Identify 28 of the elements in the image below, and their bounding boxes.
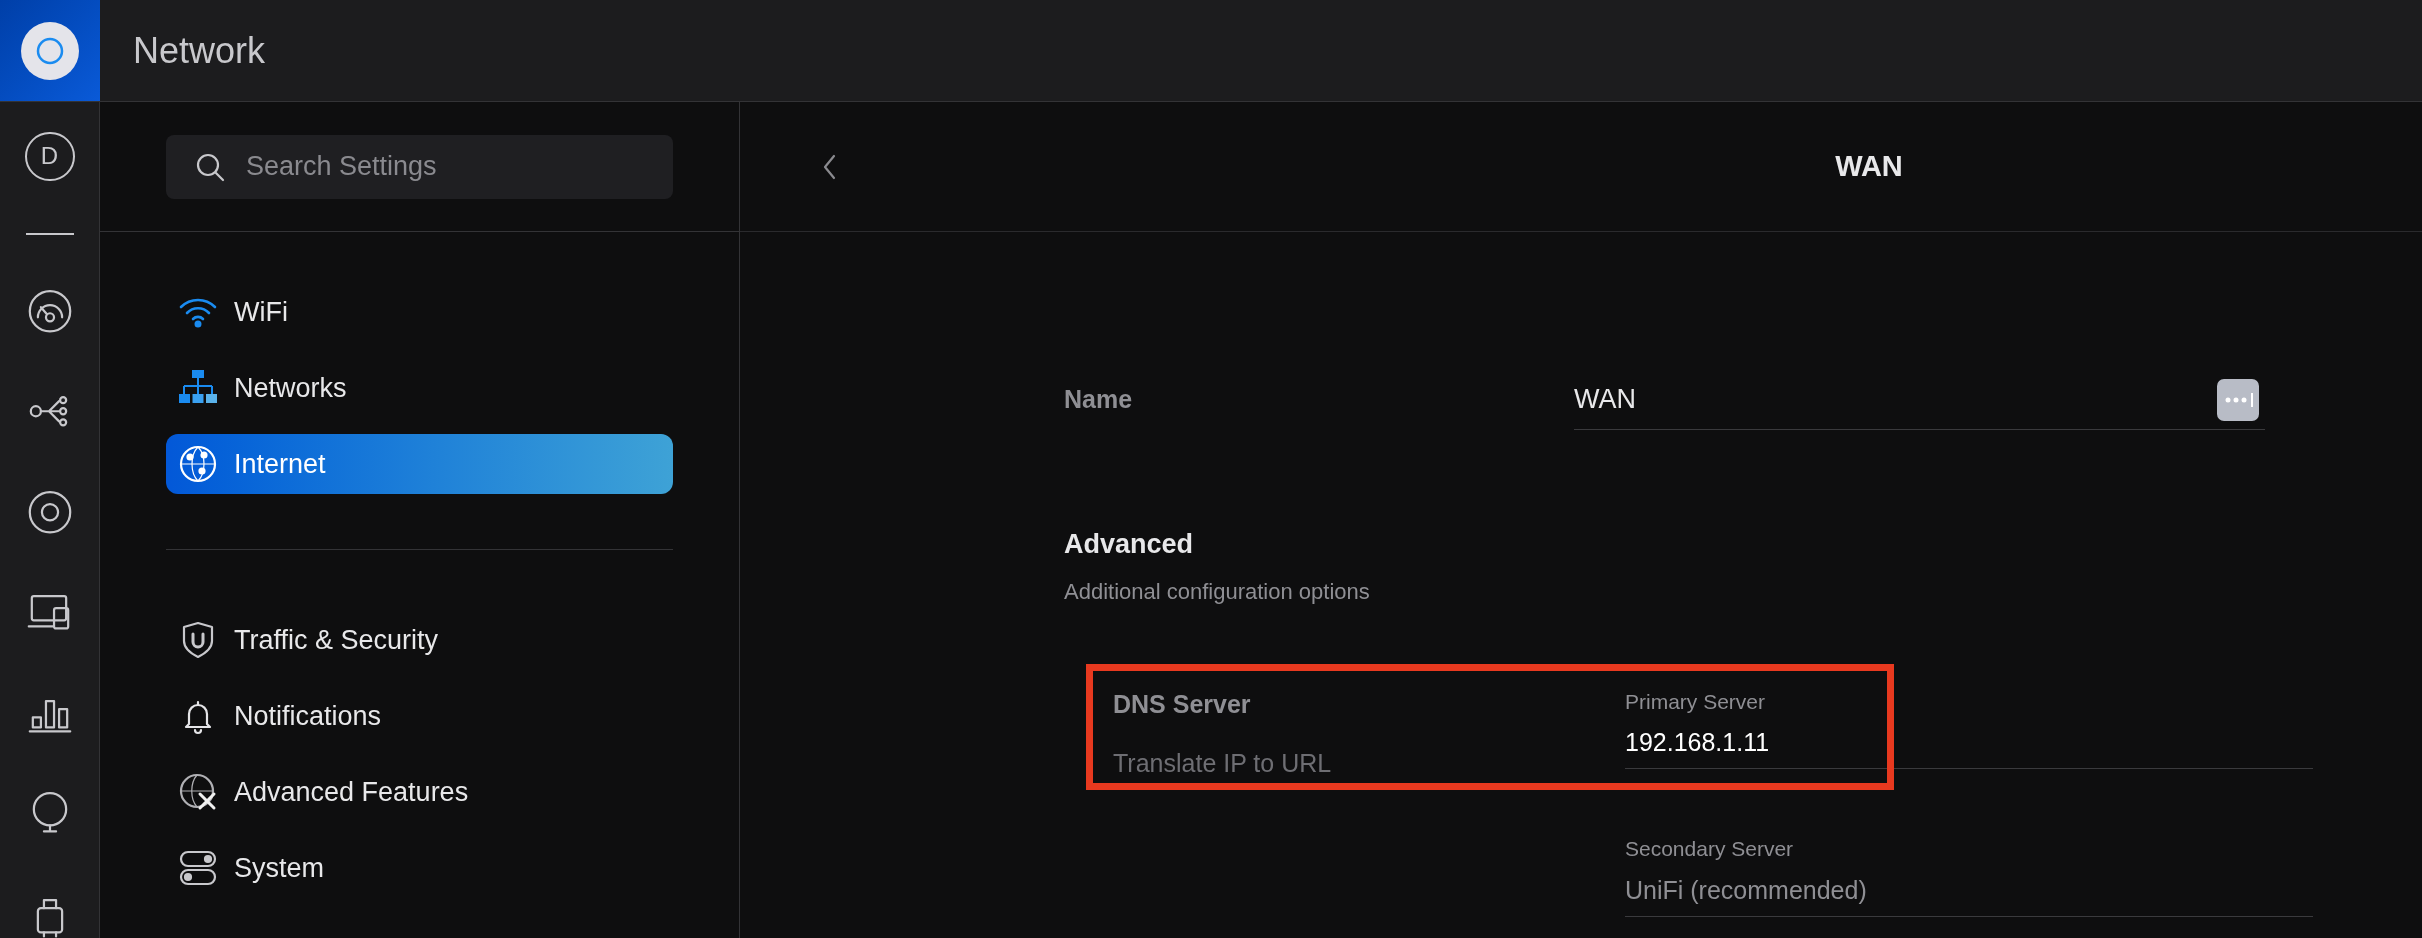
app-title: Network [133, 28, 266, 73]
wifi-icon [178, 296, 218, 328]
sidebar-item[interactable]: WiFi [166, 282, 673, 342]
section-title: Advanced [1064, 528, 1194, 561]
server-field[interactable]: 192.168.1.11 [1625, 717, 2313, 769]
name-field[interactable]: WAN [1574, 370, 2265, 430]
logo-tile[interactable] [0, 0, 100, 101]
logo-icon [20, 20, 80, 81]
setting-description: Translate IP to URL [1113, 748, 1333, 779]
setting-title: DNS Server [1113, 688, 1252, 720]
server-field[interactable]: UniFi (recommended) [1625, 864, 2313, 917]
sidebar-item[interactable]: Internet [166, 434, 673, 494]
field-label: Name [1064, 384, 1134, 416]
field-label: Primary Server [1625, 688, 1767, 715]
field-label: Secondary Server [1625, 836, 1795, 862]
sidebar-item[interactable]: Networks [166, 358, 673, 418]
section-subtitle: Additional configuration options [1064, 577, 1370, 606]
globe-tools-icon [178, 772, 218, 812]
page-title: WAN [1835, 148, 1903, 184]
sidebar-item[interactable]: System [166, 838, 673, 898]
search-field[interactable]: Search Settings [166, 134, 673, 199]
toggles-icon [178, 848, 218, 888]
sidebar-item[interactable]: Traffic & Security [166, 610, 673, 670]
sidebar-item[interactable]: Notifications [166, 686, 673, 746]
sidebar-item[interactable]: Advanced Features [166, 762, 673, 822]
avatar[interactable]: D [24, 132, 75, 181]
globe-icon [178, 444, 218, 484]
password-manager-icon[interactable] [2217, 378, 2259, 421]
